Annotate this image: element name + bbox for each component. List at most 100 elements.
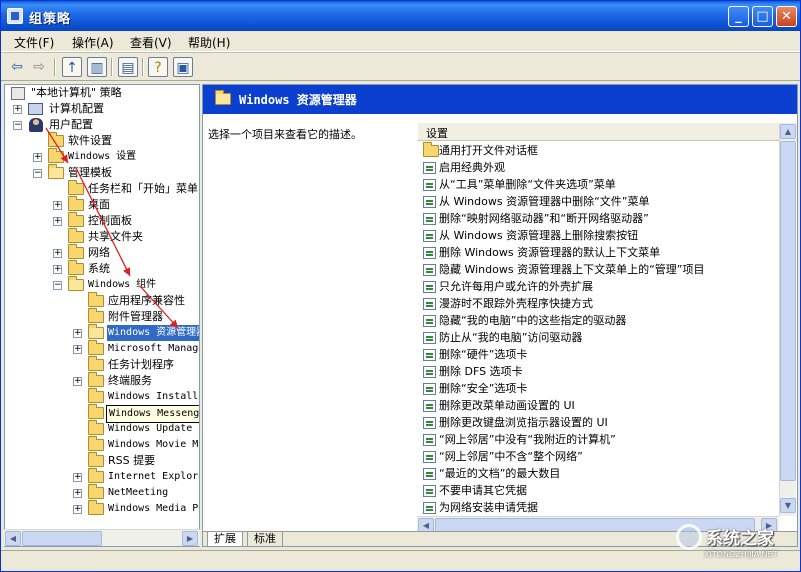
- setting-icon: [423, 434, 436, 446]
- setting-icon: [423, 213, 436, 225]
- expand-icon[interactable]: +: [73, 377, 82, 386]
- setting-label: 删除 DFS 选项卡: [439, 365, 523, 378]
- minimize-button[interactable]: _: [728, 6, 749, 27]
- scroll-thumb[interactable]: [22, 531, 102, 546]
- expand-icon[interactable]: +: [73, 329, 82, 338]
- properties-icon[interactable]: ▣: [173, 57, 193, 77]
- setting-icon: [423, 230, 436, 242]
- menu-bar: 文件(F) 操作(A) 查看(V) 帮助(H): [1, 31, 800, 52]
- setting-icon: [423, 298, 436, 310]
- scroll-up-icon[interactable]: ▲: [780, 124, 796, 139]
- setting-label: 删除“映射网络驱动器”和“断开网络驱动器”: [439, 212, 649, 225]
- folder-icon: [88, 500, 104, 515]
- watermark-text: 系统之家: [706, 529, 774, 549]
- forward-arrow-icon[interactable]: ⇨: [29, 57, 49, 77]
- watermark-url: XITONGZHIJIA.NET: [704, 550, 778, 559]
- tab-standard[interactable]: 标准: [247, 532, 283, 546]
- folder-icon: [68, 196, 84, 211]
- setting-label: 从 Windows 资源管理器中删除“文件”菜单: [439, 195, 650, 208]
- scroll-down-icon[interactable]: ▼: [780, 498, 796, 513]
- export-list-icon[interactable]: ▤: [118, 57, 138, 77]
- setting-label: “最近的文档”的最大数目: [439, 467, 561, 480]
- column-header-settings[interactable]: 设置: [417, 123, 797, 141]
- collapse-icon[interactable]: −: [33, 169, 42, 178]
- setting-label: 删除“硬件”选项卡: [439, 348, 528, 361]
- folder-icon: [68, 228, 84, 243]
- expand-icon[interactable]: +: [73, 473, 82, 482]
- setting-icon: [423, 417, 436, 429]
- policy-tree: "本地计算机" 策略 + 计算机配置 − 用户配置 软件设置 + Windows…: [4, 84, 200, 547]
- setting-icon: [423, 400, 436, 412]
- close-button[interactable]: ✕: [776, 6, 797, 27]
- setting-label: 漫游时不跟踪外壳程序快捷方式: [439, 297, 593, 310]
- scroll-right-icon[interactable]: ▶: [182, 531, 198, 546]
- expand-icon[interactable]: +: [73, 489, 82, 498]
- group-policy-window: 组策略 _ □ ✕ 文件(F) 操作(A) 查看(V) 帮助(H) ⇦ ⇨ ↑ …: [0, 0, 801, 572]
- setting-label: 删除更改菜单动画设置的 UI: [439, 399, 575, 412]
- back-arrow-icon[interactable]: ⇦: [7, 57, 27, 77]
- tab-extended[interactable]: 扩展: [207, 532, 243, 546]
- title-bar[interactable]: 组策略 _ □ ✕: [1, 1, 800, 31]
- setting-icon: [423, 451, 436, 463]
- help-icon[interactable]: ?: [148, 57, 168, 77]
- policy-icon: [11, 87, 25, 100]
- setting-icon: [423, 366, 436, 378]
- computer-icon: [28, 103, 43, 115]
- expand-icon[interactable]: +: [53, 201, 62, 210]
- open-folder-icon: [215, 90, 231, 105]
- setting-icon: [423, 485, 436, 497]
- folder-icon: [88, 420, 104, 435]
- menu-file[interactable]: 文件(F): [14, 34, 54, 51]
- up-folder-icon[interactable]: ↑: [62, 57, 82, 77]
- group-policy-icon: [7, 8, 23, 24]
- scroll-left-icon[interactable]: ◀: [5, 531, 21, 546]
- folder-icon: [88, 340, 104, 355]
- collapse-icon[interactable]: −: [13, 121, 22, 130]
- scroll-thumb[interactable]: [780, 141, 796, 481]
- folder-icon: [88, 388, 104, 403]
- setting-icon: [423, 349, 436, 361]
- open-folder-icon: [48, 164, 64, 179]
- folder-icon: [88, 452, 104, 467]
- setting-label: 删除“安全”选项卡: [439, 382, 528, 395]
- setting-icon: [423, 281, 436, 293]
- folder-icon: [88, 308, 104, 323]
- setting-icon: [423, 332, 436, 344]
- toolbar-separator: [111, 58, 113, 76]
- collapse-icon[interactable]: −: [53, 281, 62, 290]
- setting-icon: [423, 247, 436, 259]
- menu-action[interactable]: 操作(A): [72, 34, 114, 51]
- open-folder-icon: [68, 276, 84, 291]
- folder-icon: [68, 212, 84, 227]
- folder-icon: [88, 468, 104, 483]
- show-hide-tree-icon[interactable]: ▥: [87, 57, 107, 77]
- folder-icon: [88, 436, 104, 451]
- setting-icon: [423, 179, 436, 191]
- expand-icon[interactable]: +: [33, 153, 42, 162]
- maximize-button[interactable]: □: [752, 6, 773, 27]
- setting-icon: [423, 468, 436, 480]
- menu-help[interactable]: 帮助(H): [188, 34, 230, 51]
- expand-icon[interactable]: +: [13, 105, 22, 114]
- setting-icon: [423, 383, 436, 395]
- user-icon: [29, 118, 43, 132]
- tree-horizontal-scrollbar[interactable]: ◀ ▶: [4, 529, 200, 546]
- expand-icon[interactable]: +: [73, 345, 82, 354]
- settings-vertical-scrollbar[interactable]: ▲ ▼: [779, 123, 796, 516]
- folder-icon: [48, 148, 64, 163]
- expand-icon[interactable]: +: [53, 249, 62, 258]
- details-pane: Windows 资源管理器 选择一个项目来查看它的描述。 设置 通用打开文件对话…: [202, 84, 798, 547]
- setting-icon: [423, 315, 436, 327]
- setting-label: “网上邻居”中没有“我附近的计算机”: [439, 433, 616, 446]
- setting-label: 启用经典外观: [439, 161, 505, 174]
- expand-icon[interactable]: +: [53, 265, 62, 274]
- setting-label: 从 Windows 资源管理器上删除搜索按钮: [439, 229, 639, 242]
- menu-view[interactable]: 查看(V): [130, 34, 172, 51]
- expand-icon[interactable]: +: [73, 505, 82, 514]
- setting-label: 隐藏“我的电脑”中的这些指定的驱动器: [439, 314, 627, 327]
- folder-icon: [68, 244, 84, 259]
- folder-icon: [48, 132, 64, 147]
- expand-icon[interactable]: +: [53, 217, 62, 226]
- setting-label: 为网络安装申请凭据: [439, 501, 538, 514]
- setting-icon: [423, 196, 436, 208]
